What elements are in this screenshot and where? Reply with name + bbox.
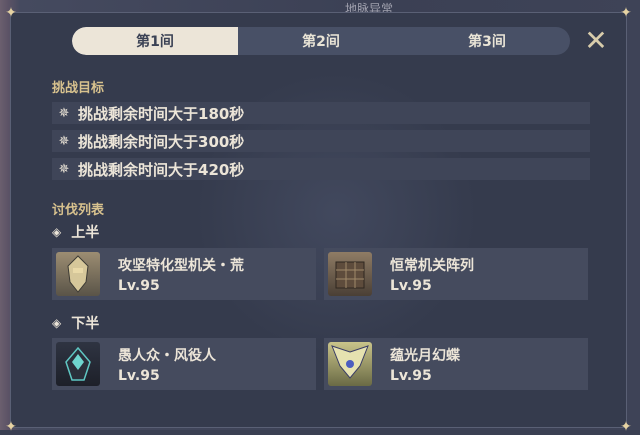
goal-text: 挑战剩余时间大于420秒 (78, 160, 245, 179)
goal-item: ✵ 挑战剩余时间大于180秒 (52, 102, 590, 124)
tab-chamber-3[interactable]: 第3间 (404, 27, 570, 55)
enemy-level: Lv.95 (118, 277, 160, 294)
perpetual-mechanical-array-portrait-icon (328, 252, 372, 296)
tab-chamber-1[interactable]: 第1间 (72, 27, 238, 55)
tab-chamber-2[interactable]: 第2间 (238, 27, 404, 55)
enemy-card[interactable]: 愚人众・风役人 Lv.95 (52, 338, 316, 390)
enemy-name: 愚人众・风役人 (118, 347, 216, 364)
enemy-card[interactable]: 蕴光月幻蝶 Lv.95 (324, 338, 588, 390)
fatui-agent-portrait-icon (56, 342, 100, 386)
star-icon: ✵ (58, 161, 70, 177)
enemy-card[interactable]: 恒常机关阵列 Lv.95 (324, 248, 588, 300)
enemy-card[interactable]: 攻坚特化型机关・荒 Lv.95 (52, 248, 316, 300)
first-half-label: ◈ 上半 (52, 222, 99, 242)
enemy-name: 恒常机关阵列 (390, 257, 474, 274)
corner-star-icon: ✦ (620, 419, 632, 435)
close-icon[interactable]: ✕ (583, 27, 609, 55)
second-half-label: ◈ 下半 (52, 313, 99, 333)
second-half-text: 下半 (71, 316, 100, 332)
first-half-text: 上半 (71, 225, 100, 241)
enemy-level: Lv.95 (390, 277, 432, 294)
goal-text: 挑战剩余时间大于300秒 (78, 132, 245, 151)
enemy-level: Lv.95 (390, 367, 432, 384)
corner-star-icon: ✦ (620, 5, 632, 21)
diamond-icon: ◈ (52, 316, 62, 330)
goal-item: ✵ 挑战剩余时间大于300秒 (52, 130, 590, 152)
ruin-machine-portrait-icon (56, 252, 100, 296)
corner-star-icon: ✦ (5, 5, 17, 21)
enemy-name: 攻坚特化型机关・荒 (118, 257, 244, 274)
enemy-list-title: 讨伐列表 (52, 203, 105, 218)
chamber-tabs: 第1间 第2间 第3间 (72, 27, 570, 55)
enemy-level: Lv.95 (118, 367, 160, 384)
star-icon: ✵ (58, 105, 70, 121)
diamond-icon: ◈ (52, 225, 62, 239)
goal-item: ✵ 挑战剩余时间大于420秒 (52, 158, 590, 180)
goal-text: 挑战剩余时间大于180秒 (78, 104, 245, 123)
star-icon: ✵ (58, 133, 70, 149)
corner-star-icon: ✦ (5, 419, 17, 435)
challenge-goals-title: 挑战目标 (52, 81, 105, 96)
moonlight-butterfly-portrait-icon (328, 342, 372, 386)
enemy-name: 蕴光月幻蝶 (390, 347, 460, 364)
